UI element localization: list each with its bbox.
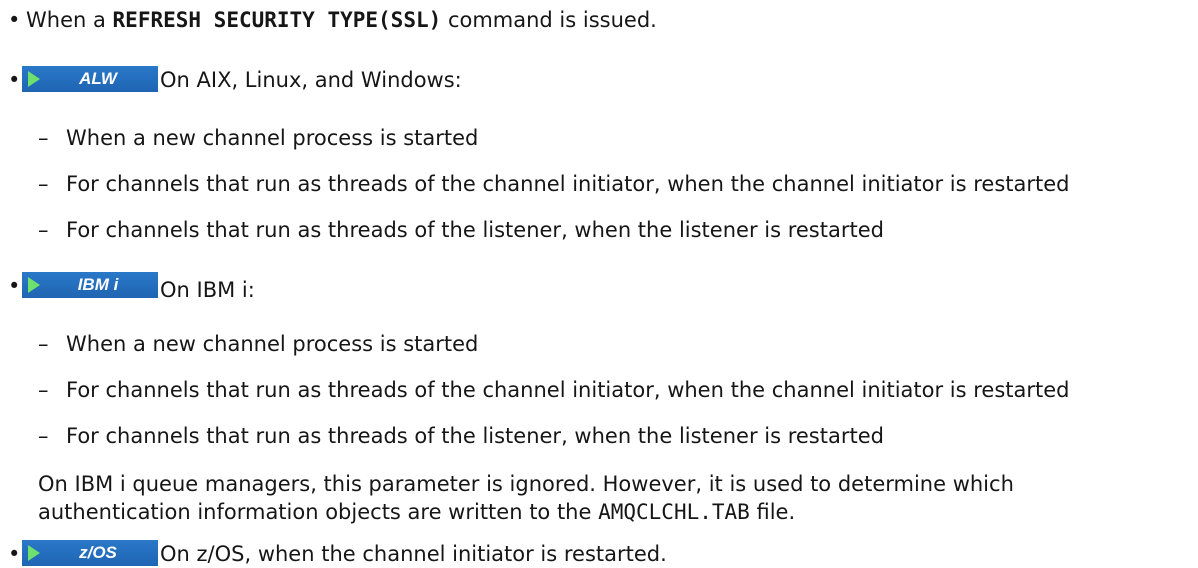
ibmi-intro-text: On IBM i:: [160, 278, 255, 302]
ibmi-list-item: For channels that run as threads of the …: [66, 424, 884, 448]
zos-badge-label: z/OS: [79, 543, 117, 562]
ibmi-note-line-2: authentication information objects are w…: [38, 498, 795, 526]
ibmi-note-suffix: file.: [749, 500, 796, 524]
arrow-icon: [28, 71, 40, 87]
alw-list-item: When a new channel process is started: [66, 126, 479, 150]
dash-marker: –: [38, 126, 49, 150]
ibmi-list-item: When a new channel process is started: [66, 332, 479, 356]
zos-text: On z/OS, when the channel initiator is r…: [160, 542, 667, 566]
ibmi-note-file: AMQCLCHL.TAB: [598, 500, 750, 524]
bullet-marker: •: [8, 8, 21, 32]
ibmi-list-item: For channels that run as threads of the …: [66, 378, 1070, 402]
bullet-marker: •: [8, 68, 21, 92]
alw-platform-badge: ALW: [22, 66, 158, 92]
dash-marker: –: [38, 332, 49, 356]
alw-badge-label: ALW: [79, 69, 117, 88]
ibmi-platform-badge: IBM i: [22, 272, 158, 298]
alw-intro-text: On AIX, Linux, and Windows:: [160, 68, 462, 92]
zos-platform-badge: z/OS: [22, 540, 158, 566]
arrow-icon: [28, 545, 40, 561]
dash-marker: –: [38, 378, 49, 402]
dash-marker: –: [38, 218, 49, 242]
refresh-prefix: When a: [26, 8, 113, 32]
refresh-suffix: command is issued.: [441, 8, 657, 32]
ibmi-note-line-1: On IBM i queue managers, this parameter …: [38, 472, 1014, 496]
ibmi-note-prefix: authentication information objects are w…: [38, 500, 599, 524]
alw-list-item: For channels that run as threads of the …: [66, 172, 1070, 196]
arrow-icon: [28, 277, 40, 293]
refresh-command: REFRESH SECURITY TYPE(SSL): [112, 8, 442, 32]
alw-list-item: For channels that run as threads of the …: [66, 218, 884, 242]
dash-marker: –: [38, 424, 49, 448]
refresh-list-item: When a REFRESH SECURITY TYPE(SSL) comman…: [26, 6, 657, 34]
bullet-marker: •: [8, 542, 21, 566]
ibmi-badge-label: IBM i: [77, 275, 119, 294]
dash-marker: –: [38, 172, 49, 196]
bullet-marker: •: [8, 274, 21, 298]
